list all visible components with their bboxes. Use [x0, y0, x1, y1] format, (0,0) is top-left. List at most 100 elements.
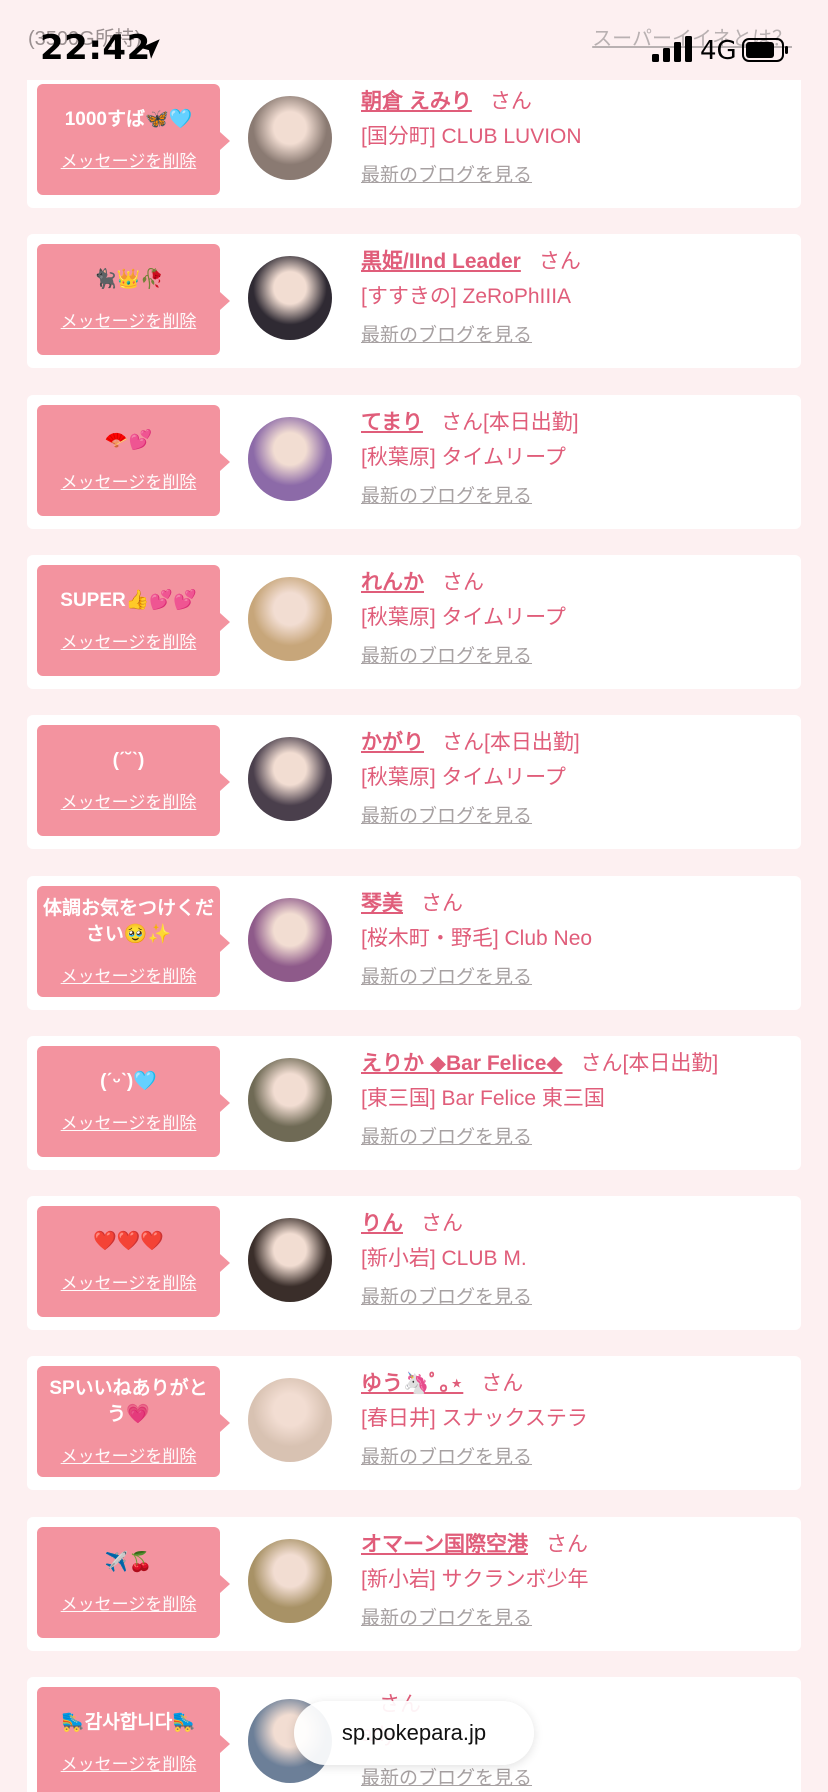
- delete-message-link[interactable]: メッセージを削除: [61, 1442, 197, 1467]
- name-line: 琴美 さん: [361, 887, 463, 917]
- delete-message-link[interactable]: メッセージを削除: [61, 1109, 197, 1134]
- list-item: 1000すば🦋🩵 メッセージを削除 朝倉 えみり さん [国分町] CLUB LU…: [27, 74, 801, 208]
- avatar[interactable]: [248, 1218, 332, 1302]
- avatar[interactable]: [248, 96, 332, 180]
- today-attendance: [本日出勤]: [622, 1052, 719, 1075]
- message-text: (ˊᵕˋ)🩵: [100, 1071, 157, 1092]
- avatar[interactable]: [248, 256, 332, 340]
- honorific: さん: [580, 1052, 623, 1075]
- honorific: さん: [442, 731, 484, 754]
- message-bubble: ✈️🍒 メッセージを削除: [37, 1527, 230, 1638]
- clock-time: 22:42: [40, 28, 151, 68]
- delete-message-link[interactable]: メッセージを削除: [61, 1750, 197, 1775]
- cast-name-link[interactable]: 琴美: [361, 892, 403, 915]
- message-bubble: 1000すば🦋🩵 メッセージを削除: [37, 84, 230, 195]
- cellular-signal-icon: [652, 36, 692, 62]
- message-bubble: 🛼감사합니다🛼 メッセージを削除: [37, 1687, 230, 1792]
- message-bubble: (ˊ˘ˋ) メッセージを削除: [37, 725, 230, 836]
- cast-name-link[interactable]: 黒姫/IInd Leader: [361, 250, 521, 273]
- message-bubble: 🪭💕 メッセージを削除: [37, 405, 230, 516]
- cast-name-link[interactable]: えりか ◆Bar Felice◆: [361, 1052, 563, 1075]
- cast-name-link[interactable]: 朝倉 えみり: [361, 90, 472, 113]
- store-name: [国分町] CLUB LUVION: [361, 125, 582, 148]
- name-line: りん さん: [361, 1207, 463, 1237]
- avatar[interactable]: [248, 1058, 332, 1142]
- store-name: [新小岩] CLUB M.: [361, 1247, 527, 1270]
- message-text: ❤️❤️❤️: [93, 1231, 164, 1252]
- store-name: [新小岩] サクランボ少年: [361, 1568, 589, 1591]
- list-item: SUPER👍💕💕 メッセージを削除 れんか さん [秋葉原] タイムリープ 最新の…: [27, 555, 801, 689]
- delete-message-link[interactable]: メッセージを削除: [61, 628, 197, 653]
- list-item: ✈️🍒 メッセージを削除 オマーン国際空港 さん [新小岩] サクランボ少年 最新…: [27, 1517, 801, 1651]
- latest-blog-link[interactable]: 最新のブログを見る: [361, 801, 532, 828]
- message-text: 1000すば🦋🩵: [64, 109, 193, 130]
- message-bubble: 体調お気をつけください🥹✨ メッセージを削除: [37, 886, 230, 997]
- list-item: 体調お気をつけください🥹✨ メッセージを削除 琴美 さん [桜木町・野毛] Clu…: [27, 876, 801, 1010]
- cast-name-link[interactable]: れんか: [361, 571, 424, 594]
- status-bar: (3500G所持) スーパーイイネとは？ 22:42 4G: [0, 0, 828, 80]
- honorific: さん: [545, 1533, 588, 1556]
- latest-blog-link[interactable]: 最新のブログを見る: [361, 1122, 532, 1149]
- name-line: 黒姫/IInd Leader さん: [361, 245, 581, 275]
- cast-name-link[interactable]: オマーン国際空港: [361, 1533, 528, 1556]
- message-text: (ˊ˘ˋ): [112, 750, 145, 771]
- latest-blog-link[interactable]: 最新のブログを見る: [361, 641, 532, 668]
- cast-name-link[interactable]: りん: [361, 1212, 403, 1235]
- message-text: ✈️🍒: [104, 1552, 153, 1573]
- delete-message-link[interactable]: メッセージを削除: [61, 962, 197, 987]
- location-arrow-icon: [140, 39, 160, 59]
- name-line: オマーン国際空港 さん: [361, 1528, 588, 1558]
- latest-blog-link[interactable]: 最新のブログを見る: [361, 320, 532, 347]
- name-line: ゆう🦄ﾟ｡⋆ さん: [361, 1367, 523, 1397]
- latest-blog-link[interactable]: 最新のブログを見る: [361, 1442, 532, 1469]
- latest-blog-link[interactable]: 最新のブログを見る: [361, 1282, 532, 1309]
- store-name: [東三国] Bar Felice 東三国: [361, 1087, 605, 1110]
- avatar[interactable]: [248, 737, 332, 821]
- avatar[interactable]: [248, 898, 332, 982]
- store-name: [すすきの] ZeRoPhIIIA: [361, 285, 572, 308]
- name-line: えりか ◆Bar Felice◆ さん[本日出勤]: [361, 1047, 718, 1077]
- honorific: さん: [538, 250, 581, 273]
- store-name: [春日井] スナックステラ: [361, 1407, 588, 1430]
- delete-message-link[interactable]: メッセージを削除: [61, 307, 197, 332]
- store-name: [秋葉原] タイムリープ: [361, 606, 566, 629]
- delete-message-link[interactable]: メッセージを削除: [61, 468, 197, 493]
- latest-blog-link[interactable]: 最新のブログを見る: [361, 1763, 532, 1790]
- name-line: かがり さん[本日出勤]: [361, 726, 580, 756]
- latest-blog-link[interactable]: 最新のブログを見る: [361, 160, 532, 187]
- store-name: [桜木町・野毛] Club Neo: [361, 927, 593, 950]
- list-item: ❤️❤️❤️ メッセージを削除 りん さん [新小岩] CLUB M. 最新のブロ…: [27, 1196, 801, 1330]
- avatar[interactable]: [248, 1378, 332, 1462]
- message-text: 体調お気をつけください🥹✨: [43, 898, 215, 945]
- avatar[interactable]: [248, 577, 332, 661]
- message-text: 🪭💕: [104, 430, 153, 451]
- message-bubble: ❤️❤️❤️ メッセージを削除: [37, 1206, 230, 1317]
- cast-name-link[interactable]: ゆう🦄ﾟ｡⋆: [361, 1372, 463, 1395]
- avatar[interactable]: [248, 1539, 332, 1623]
- honorific: さん: [421, 892, 463, 915]
- delete-message-link[interactable]: メッセージを削除: [61, 788, 197, 813]
- address-bar-url[interactable]: sp.pokepara.jp: [294, 1701, 534, 1765]
- avatar[interactable]: [248, 417, 332, 501]
- honorific: さん: [489, 90, 532, 113]
- cast-name-link[interactable]: かがり: [361, 731, 424, 754]
- name-line: れんか さん: [361, 566, 484, 596]
- delete-message-link[interactable]: メッセージを削除: [61, 147, 197, 172]
- message-bubble: SUPER👍💕💕 メッセージを削除: [37, 565, 230, 676]
- latest-blog-link[interactable]: 最新のブログを見る: [361, 962, 532, 989]
- honorific: さん: [421, 1212, 463, 1235]
- delete-message-link[interactable]: メッセージを削除: [61, 1590, 197, 1615]
- network-type: 4G: [700, 36, 737, 66]
- list-item: (ˊ˘ˋ) メッセージを削除 かがり さん[本日出勤] [秋葉原] タイムリープ …: [27, 715, 801, 849]
- message-text: SPいいねありがとう💗: [49, 1378, 208, 1425]
- cast-name-link[interactable]: てまり: [361, 411, 423, 434]
- message-text: 🐈‍⬛👑🥀: [93, 269, 164, 290]
- message-bubble: SPいいねありがとう💗 メッセージを削除: [37, 1366, 230, 1477]
- list-item: 🐈‍⬛👑🥀 メッセージを削除 黒姫/IInd Leader さん [すすきの] Z…: [27, 234, 801, 368]
- message-bubble: (ˊᵕˋ)🩵 メッセージを削除: [37, 1046, 230, 1157]
- latest-blog-link[interactable]: 最新のブログを見る: [361, 481, 532, 508]
- list-item: (ˊᵕˋ)🩵 メッセージを削除 えりか ◆Bar Felice◆ さん[本日出勤]…: [27, 1036, 801, 1170]
- latest-blog-link[interactable]: 最新のブログを見る: [361, 1603, 532, 1630]
- message-bubble: 🐈‍⬛👑🥀 メッセージを削除: [37, 244, 230, 355]
- delete-message-link[interactable]: メッセージを削除: [61, 1269, 197, 1294]
